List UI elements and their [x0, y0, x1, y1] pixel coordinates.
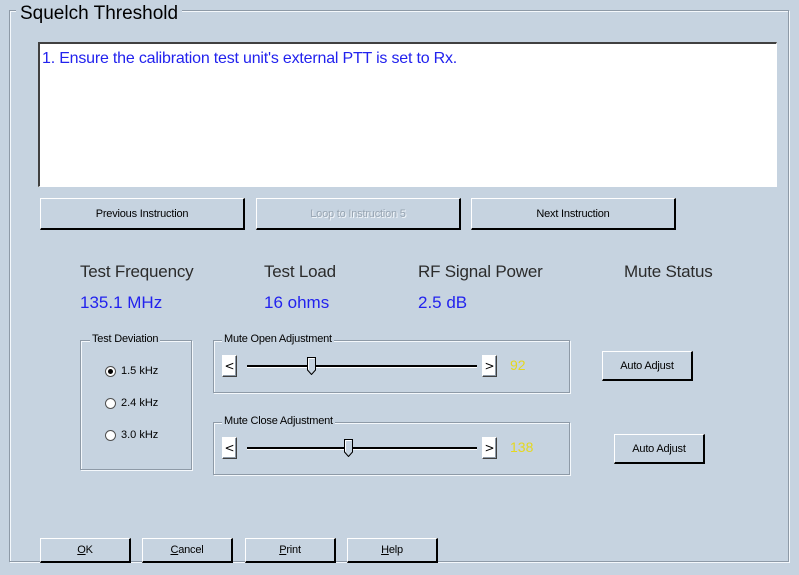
mute-close-increase-button[interactable]: >	[482, 437, 497, 459]
previous-instruction-button[interactable]: Previous Instruction	[40, 198, 245, 230]
slider-track	[247, 447, 477, 450]
test-load-label: Test Load	[264, 262, 336, 281]
deviation-option-3[interactable]: 3.0 kHz	[105, 429, 158, 441]
deviation-option-1[interactable]: 1.5 kHz	[105, 365, 158, 377]
ok-button[interactable]: OK	[40, 538, 131, 563]
cancel-button[interactable]: Cancel	[142, 538, 233, 563]
radio-button[interactable]	[105, 429, 116, 441]
mute-status-label: Mute Status	[624, 262, 713, 281]
instruction-box: 1. Ensure the calibration test unit's ex…	[38, 42, 777, 187]
print-label: rint	[286, 544, 301, 556]
loop-to-instruction-button[interactable]: Loop to Instruction 5	[256, 198, 461, 230]
deviation-option-label: 3.0 kHz	[121, 429, 159, 441]
mute-close-title: Mute Close Adjustment	[222, 415, 335, 427]
test-deviation-title: Test Deviation	[90, 333, 161, 345]
next-instruction-button[interactable]: Next Instruction	[471, 198, 676, 230]
mute-open-value: 92	[510, 357, 526, 373]
mute-open-decrease-button[interactable]: <	[222, 355, 237, 377]
cancel-label: ancel	[178, 544, 204, 556]
rf-signal-power-label: RF Signal Power	[418, 262, 543, 281]
mute-close-auto-adjust-button[interactable]: Auto Adjust	[614, 434, 705, 464]
slider-thumb[interactable]	[307, 357, 316, 375]
ok-mnemonic: O	[77, 544, 86, 556]
radio-button-checked[interactable]	[105, 365, 116, 377]
slider-thumb[interactable]	[344, 439, 353, 457]
test-frequency-label: Test Frequency	[80, 262, 194, 281]
mute-open-increase-button[interactable]: >	[482, 355, 497, 377]
help-mnemonic: H	[381, 544, 389, 556]
mute-open-slider[interactable]	[247, 354, 477, 378]
test-frequency-value: 135.1 MHz	[80, 293, 163, 312]
rf-signal-power-value: 2.5 dB	[418, 293, 468, 312]
ok-label: K	[85, 544, 93, 556]
help-label: elp	[388, 544, 403, 556]
page-title: Squelch Threshold	[16, 3, 183, 25]
mute-open-title: Mute Open Adjustment	[222, 333, 334, 345]
deviation-option-2[interactable]: 2.4 kHz	[105, 397, 158, 409]
deviation-option-label: 1.5 kHz	[121, 365, 159, 377]
print-mnemonic: P	[279, 544, 287, 556]
print-button[interactable]: Print	[245, 538, 336, 563]
instruction-text: 1. Ensure the calibration test unit's ex…	[42, 50, 458, 67]
slider-track	[247, 365, 477, 368]
help-button[interactable]: Help	[347, 538, 438, 563]
cancel-mnemonic: C	[170, 544, 179, 556]
radio-button[interactable]	[105, 397, 116, 409]
mute-close-decrease-button[interactable]: <	[222, 437, 237, 459]
mute-open-auto-adjust-button[interactable]: Auto Adjust	[602, 351, 693, 381]
test-load-value: 16 ohms	[264, 293, 330, 312]
mute-close-value: 138	[510, 439, 534, 455]
mute-close-slider[interactable]	[247, 436, 477, 460]
deviation-option-label: 2.4 kHz	[121, 397, 159, 409]
